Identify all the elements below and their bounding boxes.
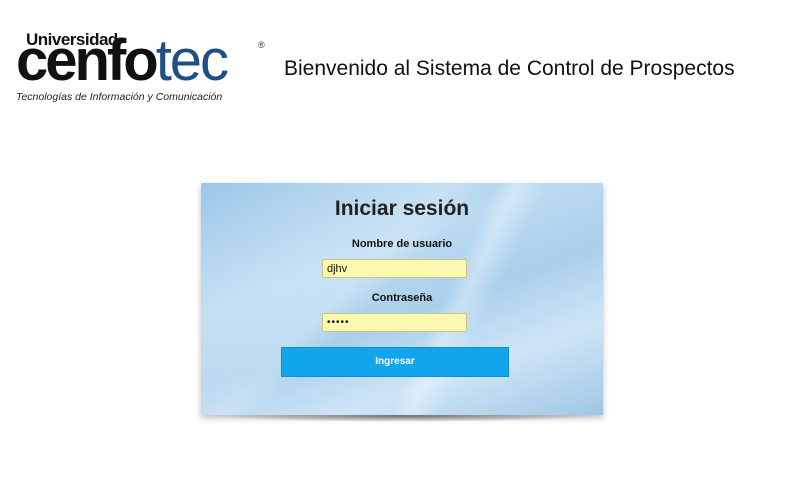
login-panel: Iniciar sesión Nombre de usuario Contras… [201, 183, 603, 415]
login-button[interactable]: Ingresar [281, 347, 509, 377]
username-label: Nombre de usuario [351, 238, 453, 250]
cenfotec-logo: cenfotec Universidad ® Tecnologías de In… [14, 28, 270, 108]
login-title: Iniciar sesión [334, 197, 470, 220]
logo-tec-text: tec [155, 28, 229, 93]
password-label: Contraseña [371, 292, 433, 304]
logo-universidad-text: Universidad [26, 30, 118, 49]
logo-tagline: Tecnologías de Información y Comunicació… [16, 91, 223, 103]
logo-registered-mark: ® [258, 40, 265, 50]
page-title: Bienvenido al Sistema de Control de Pros… [284, 57, 735, 80]
username-field[interactable] [322, 259, 467, 278]
password-field[interactable] [322, 313, 467, 332]
